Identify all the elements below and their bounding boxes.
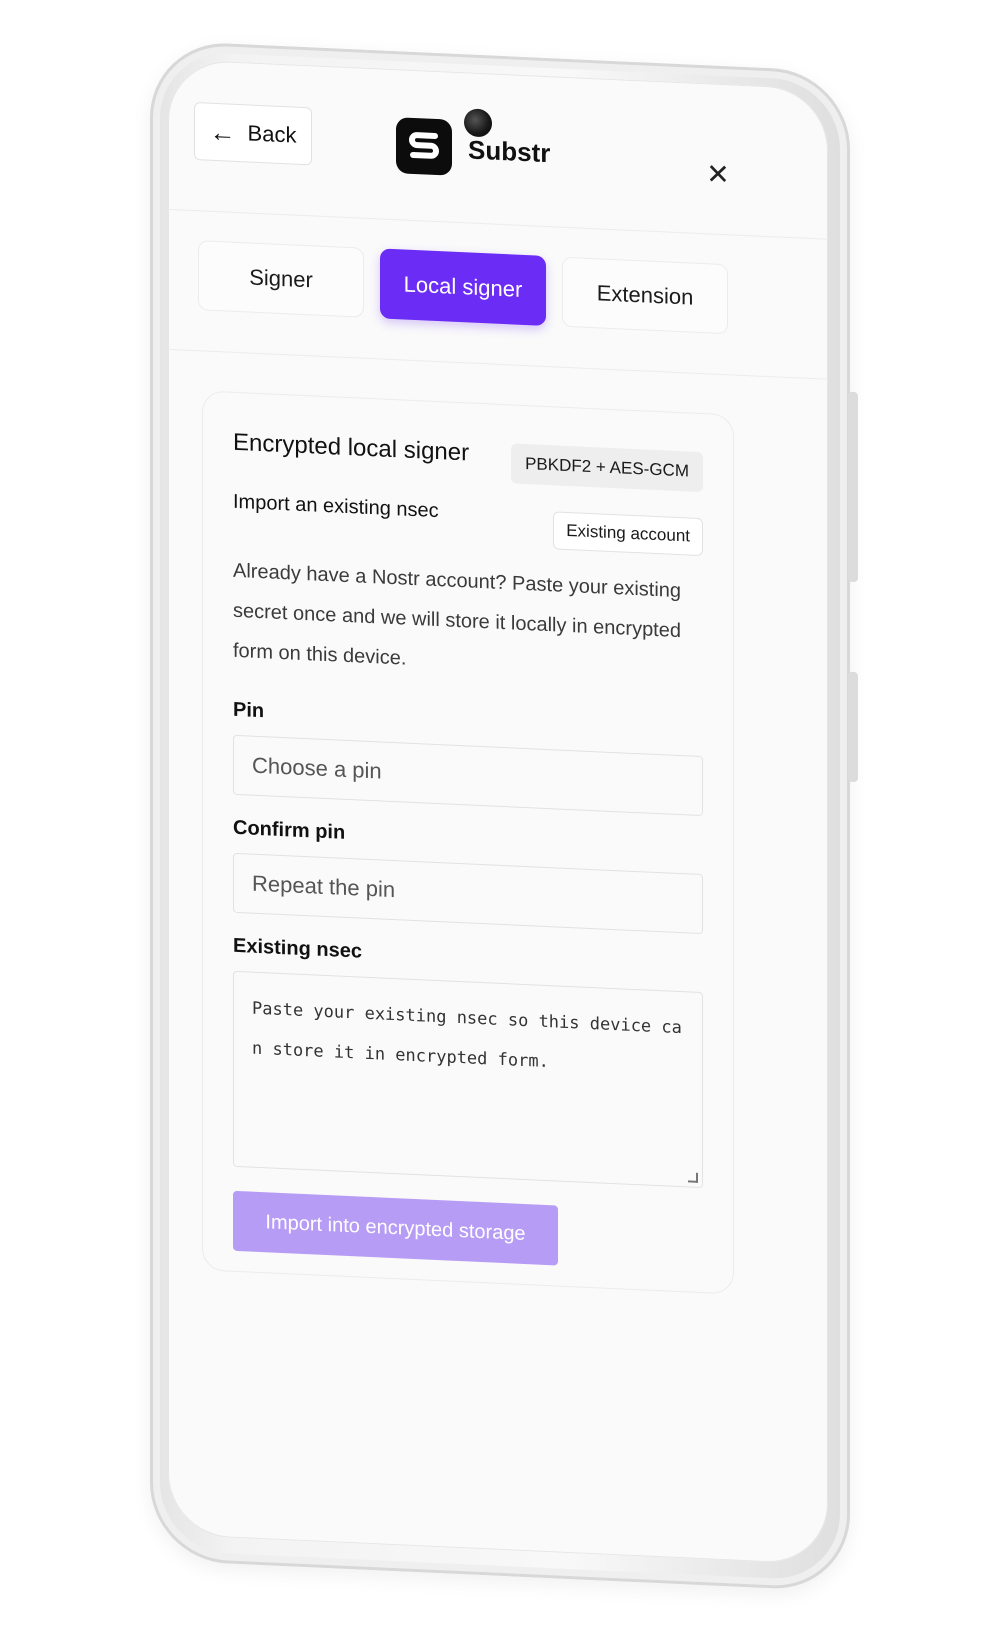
- nsec-label: Existing nsec: [233, 934, 362, 963]
- existing-account-badge: Existing account: [553, 511, 703, 557]
- tab-signer[interactable]: Signer: [198, 240, 364, 318]
- phone-mockup: ← Back Substr ✕ Signer Local signer Exte…: [150, 40, 858, 1632]
- logo-mark-icon: [409, 132, 439, 159]
- tab-extension[interactable]: Extension: [562, 256, 728, 335]
- card-description: Already have a Nostr account? Paste your…: [233, 559, 682, 670]
- nsec-placeholder: Paste your existing nsec so this device …: [252, 998, 682, 1073]
- phone-frame: ← Back Substr ✕ Signer Local signer Exte…: [150, 40, 858, 1592]
- tab-local-signer[interactable]: Local signer: [380, 248, 546, 326]
- encryption-badge: PBKDF2 + AES-GCM: [511, 443, 703, 493]
- app-header: ← Back Substr ✕: [168, 58, 828, 240]
- close-icon: ✕: [706, 157, 730, 190]
- resize-handle[interactable]: [688, 1172, 698, 1183]
- arrow-left-icon: ←: [209, 116, 236, 148]
- phone-side-button: [848, 671, 858, 783]
- pin-input[interactable]: Choose a pin: [233, 734, 703, 817]
- phone-side-button: [848, 391, 858, 583]
- confirm-pin-label: Confirm pin: [233, 816, 346, 844]
- pin-label: Pin: [233, 698, 265, 723]
- substr-logo: [396, 117, 452, 176]
- phone-screen: ← Back Substr ✕ Signer Local signer Exte…: [168, 58, 828, 1565]
- import-button[interactable]: Import into encrypted storage: [233, 1190, 558, 1266]
- back-button-label: Back: [247, 120, 297, 148]
- card-subtitle: Import an existing nsec: [233, 490, 439, 523]
- brand-name: Substr: [468, 134, 551, 169]
- front-camera: [464, 108, 492, 138]
- close-button[interactable]: ✕: [698, 153, 738, 195]
- nsec-textarea[interactable]: Paste your existing nsec so this device …: [233, 970, 703, 1189]
- card-title: Encrypted local signer: [233, 428, 470, 467]
- confirm-pin-input[interactable]: Repeat the pin: [233, 852, 703, 935]
- back-button[interactable]: ← Back: [194, 101, 312, 166]
- stage: ← Back Substr ✕ Signer Local signer Exte…: [0, 0, 1000, 1650]
- local-signer-card: Encrypted local signer PBKDF2 + AES-GCM …: [202, 390, 734, 1295]
